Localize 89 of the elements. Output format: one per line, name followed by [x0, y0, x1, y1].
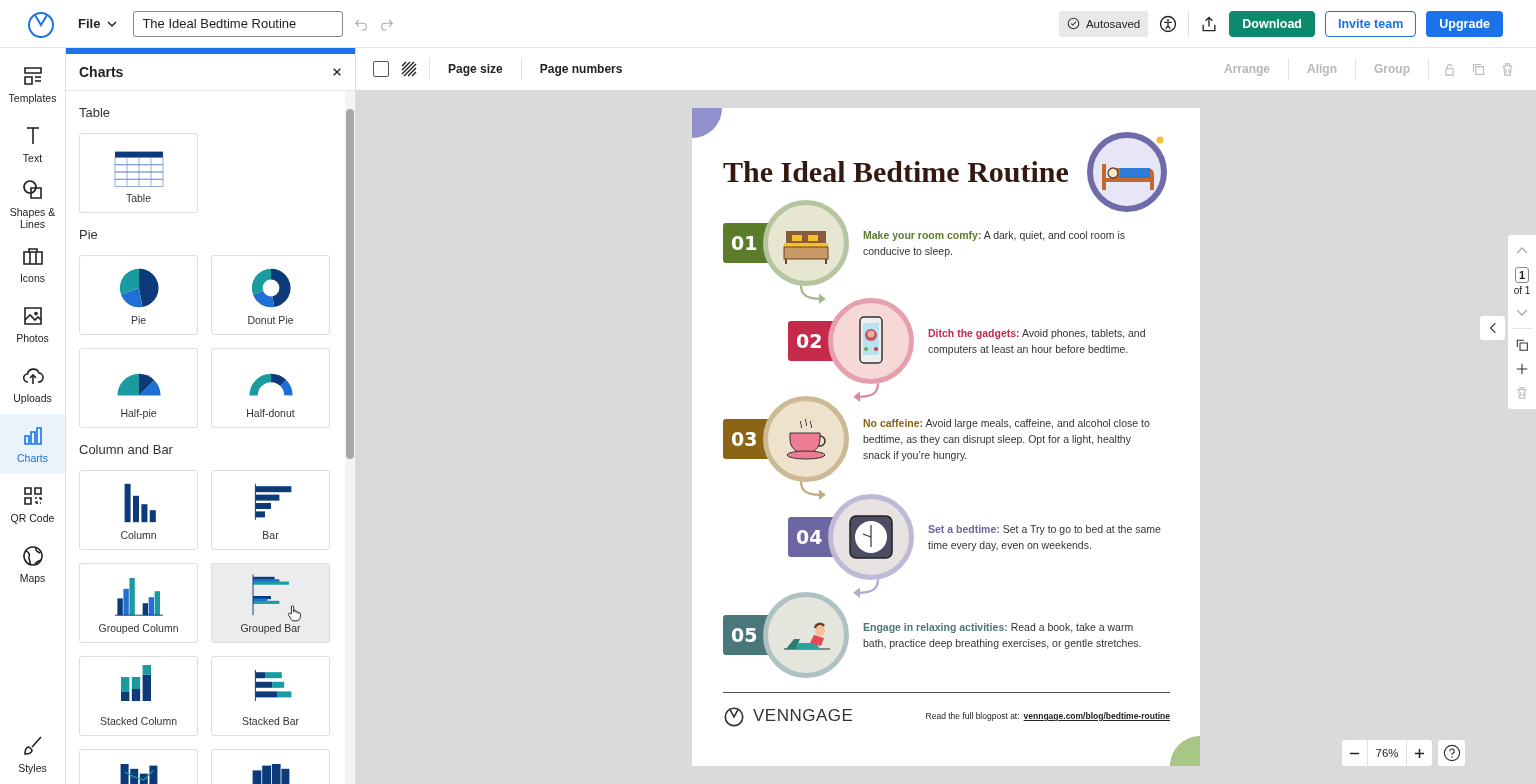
chart-type-tile[interactable]: Grouped Column: [79, 563, 198, 643]
tile-label: Pie: [130, 314, 147, 326]
hatch-pattern-icon[interactable]: [401, 61, 417, 77]
sidebar-label: Uploads: [13, 392, 52, 404]
sidebar-label: Maps: [19, 572, 46, 584]
chevron-left-icon: [1488, 322, 1497, 334]
section-heading: Pie: [79, 227, 99, 242]
curved-arrow: [851, 579, 881, 599]
brand-logo-icon: [723, 705, 745, 727]
page-count: of 1: [1513, 285, 1531, 296]
tile-label: Grouped Column: [98, 622, 179, 634]
brand-name: VENNGAGE: [753, 706, 854, 726]
chart-type-tile[interactable]: Half-donut: [211, 348, 330, 428]
sidebar-label: Shapes & Lines: [8, 206, 57, 230]
tile-label: Table: [125, 192, 152, 204]
blogpost-caption: Read the full blogpost at:: [925, 711, 1020, 721]
step-description: Engage in relaxing activities: Read a book, take a warm bath, practice deep breathing exercises, or gentle stretches.: [863, 620, 1143, 651]
sidebar-item[interactable]: Charts: [0, 414, 65, 474]
tile-label: Half-pie: [120, 407, 157, 419]
tile-label: Donut Pie: [247, 314, 294, 326]
chart-type-tile[interactable]: Half-pie: [79, 348, 198, 428]
sidebar-item[interactable]: Photos: [0, 294, 65, 354]
sidebar-label: Icons: [19, 272, 46, 284]
accessibility-icon[interactable]: [1158, 13, 1179, 34]
step-description: No caffeine: Avoid large meals, caffeine, and alcohol close to bedtime, as they can disrupt sleep. Opt for a light, healthy snack if you’re hungry.: [863, 416, 1151, 463]
caret-icon: [107, 20, 118, 27]
sidebar-item[interactable]: QR Code: [0, 474, 65, 534]
toolbar-button[interactable]: Page numbers: [533, 62, 629, 76]
section-heading: Table: [79, 105, 112, 120]
check-circle-icon: [1066, 17, 1080, 30]
scrollbar[interactable]: [345, 91, 355, 784]
tile-label: Bar: [262, 529, 279, 541]
select-checkbox[interactable]: [373, 61, 389, 77]
sidebar-item[interactable]: Maps: [0, 534, 65, 594]
page-number-field[interactable]: 1: [1514, 267, 1530, 283]
close-icon[interactable]: [332, 67, 342, 77]
curved-arrow: [798, 481, 828, 501]
question-mark-icon: [1442, 744, 1461, 762]
tile-label: Column: [120, 529, 157, 541]
chart-type-tile[interactable]: Bar: [211, 470, 330, 550]
tile-label: Half-donut: [246, 407, 295, 419]
autosaved-label: Autosaved: [1085, 17, 1141, 30]
sidebar-label: Charts: [17, 452, 48, 464]
collapse-button[interactable]: [1480, 316, 1505, 340]
step-description: Make your room comfy: A dark, quiet, and cool room is conducive to sleep.: [863, 228, 1127, 259]
sidebar-label: Photos: [16, 332, 49, 344]
tile-label: Grouped Bar: [240, 622, 301, 634]
sidebar-item[interactable]: Uploads: [0, 354, 65, 414]
sleeping-bed-icon: [1086, 130, 1170, 214]
shapes-icon: [20, 178, 45, 202]
tile-label: Stacked Column: [99, 715, 177, 727]
file-menu[interactable]: File: [78, 16, 118, 31]
curved-arrow: [798, 285, 828, 305]
sidebar-label: Styles: [18, 762, 47, 774]
tile-label: Stacked Bar: [241, 715, 300, 727]
chart-type-tile[interactable]: Stacked Column: [79, 656, 198, 736]
plus-icon: [1414, 747, 1425, 759]
hand-cursor-icon: [287, 604, 301, 622]
document-title-field[interactable]: The Ideal Bedtime Routine: [133, 10, 344, 37]
curved-arrow: [851, 383, 881, 403]
chart-type-tile[interactable]: Pie: [79, 255, 198, 335]
sidebar-item[interactable]: Icons: [0, 234, 65, 294]
sidebar-label: Text: [22, 152, 43, 164]
chart-type-tile[interactable]: Table: [79, 133, 198, 213]
duplicate-page-icon[interactable]: [1514, 337, 1530, 353]
help-button[interactable]: [1438, 740, 1465, 766]
chart-type-tile[interactable]: Stacked Bar: [211, 656, 330, 736]
chart-type-tile[interactable]: Grouped Bar: [211, 563, 330, 643]
step-description: Ditch the gadgets: Avoid phones, tablets, and computers at least an hour before bedtime.: [928, 326, 1147, 357]
panel-title: Charts: [79, 64, 124, 80]
sidebar-item[interactable]: Shapes & Lines: [0, 174, 65, 234]
globe-icon: [20, 544, 45, 568]
infographic-title: The Ideal Bedtime Routine: [723, 155, 1069, 189]
step-description: Set a bedtime: Set a Try to go to bed at the same time every day, even on weekends.: [928, 522, 1162, 553]
add-page-icon[interactable]: [1514, 361, 1530, 377]
toolbar-button[interactable]: Page size: [442, 62, 509, 76]
sidebar-label: Templates: [8, 92, 57, 104]
chart-type-tile[interactable]: Donut Pie: [211, 255, 330, 335]
sidebar-item[interactable]: Templates: [0, 54, 65, 114]
primary-button[interactable]: Download: [1229, 10, 1315, 37]
accent-button[interactable]: Upgrade: [1426, 10, 1503, 37]
blogpost-link[interactable]: venngage.com/blog/bedtime-routine: [1023, 711, 1170, 721]
sidebar-item[interactable]: Text: [0, 114, 65, 174]
zoom-level[interactable]: 76%: [1367, 740, 1407, 766]
outline-button[interactable]: Invite team: [1325, 10, 1417, 37]
sidebar-label: QR Code: [10, 512, 55, 524]
chart-type-tile[interactable]: Column: [79, 470, 198, 550]
sidebar-item[interactable]: Styles: [0, 724, 65, 784]
section-heading: Column and Bar: [79, 442, 174, 457]
